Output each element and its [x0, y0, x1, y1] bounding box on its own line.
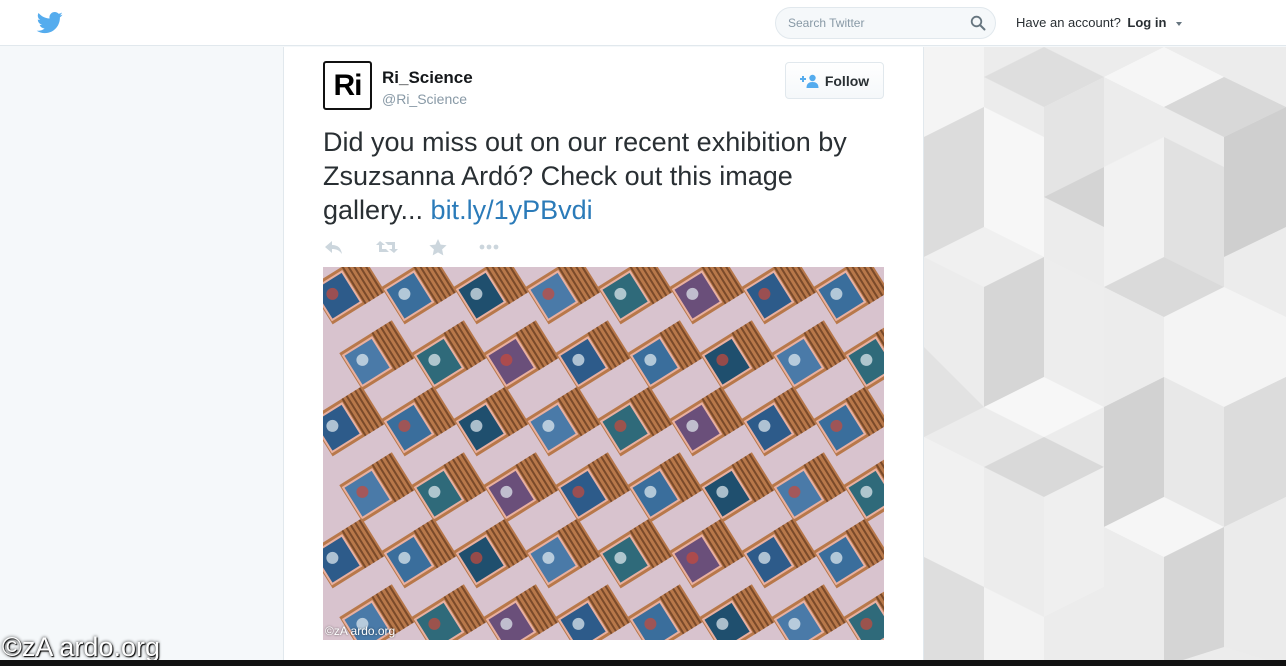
search-input[interactable]: [776, 8, 966, 38]
tweet-media-image[interactable]: ©zA ardo.org: [323, 267, 884, 640]
favorite-button[interactable]: [427, 236, 449, 258]
account-prompt: Have an account?: [1016, 15, 1121, 30]
follow-label: Follow: [824, 72, 870, 89]
caret-down-icon[interactable]: [1176, 21, 1183, 26]
follow-person-icon: [799, 74, 819, 88]
top-bar: Have an account? Log in: [0, 0, 1286, 46]
tweet-card: Ri Ri_Science @Ri_Science Follow Did you…: [283, 47, 924, 666]
author-handle[interactable]: @Ri_Science: [382, 91, 467, 107]
bottom-bar: [0, 660, 1286, 666]
search-box: [775, 7, 996, 39]
media-credit: ©zA ardo.org: [325, 624, 396, 638]
avatar-text: Ri: [333, 68, 363, 102]
retweet-icon: [376, 241, 398, 253]
tweet-text: Did you miss out on our recent exhibitio…: [323, 125, 893, 227]
watermark: ©zA ardo.org: [2, 632, 160, 662]
tweet-link[interactable]: bit.ly/1yPBvdi: [431, 195, 593, 225]
left-background: [0, 47, 283, 666]
reply-button[interactable]: [323, 236, 345, 258]
author-name[interactable]: Ri_Science: [382, 68, 473, 88]
retweet-button[interactable]: [374, 236, 400, 258]
login-link[interactable]: Log in: [1127, 15, 1166, 30]
favorite-star-icon: [429, 238, 447, 255]
exhibition-artwork-image: [323, 267, 884, 640]
account-menu[interactable]: Have an account? Log in: [1016, 15, 1183, 30]
search-icon[interactable]: [970, 15, 986, 31]
avatar[interactable]: Ri: [323, 61, 372, 110]
follow-button[interactable]: Follow: [785, 62, 884, 99]
more-button[interactable]: [478, 236, 500, 258]
twitter-bird-icon[interactable]: [36, 12, 64, 34]
right-background-pattern: [924, 47, 1286, 666]
reply-icon: [325, 241, 342, 254]
more-dots-icon: [479, 244, 499, 250]
